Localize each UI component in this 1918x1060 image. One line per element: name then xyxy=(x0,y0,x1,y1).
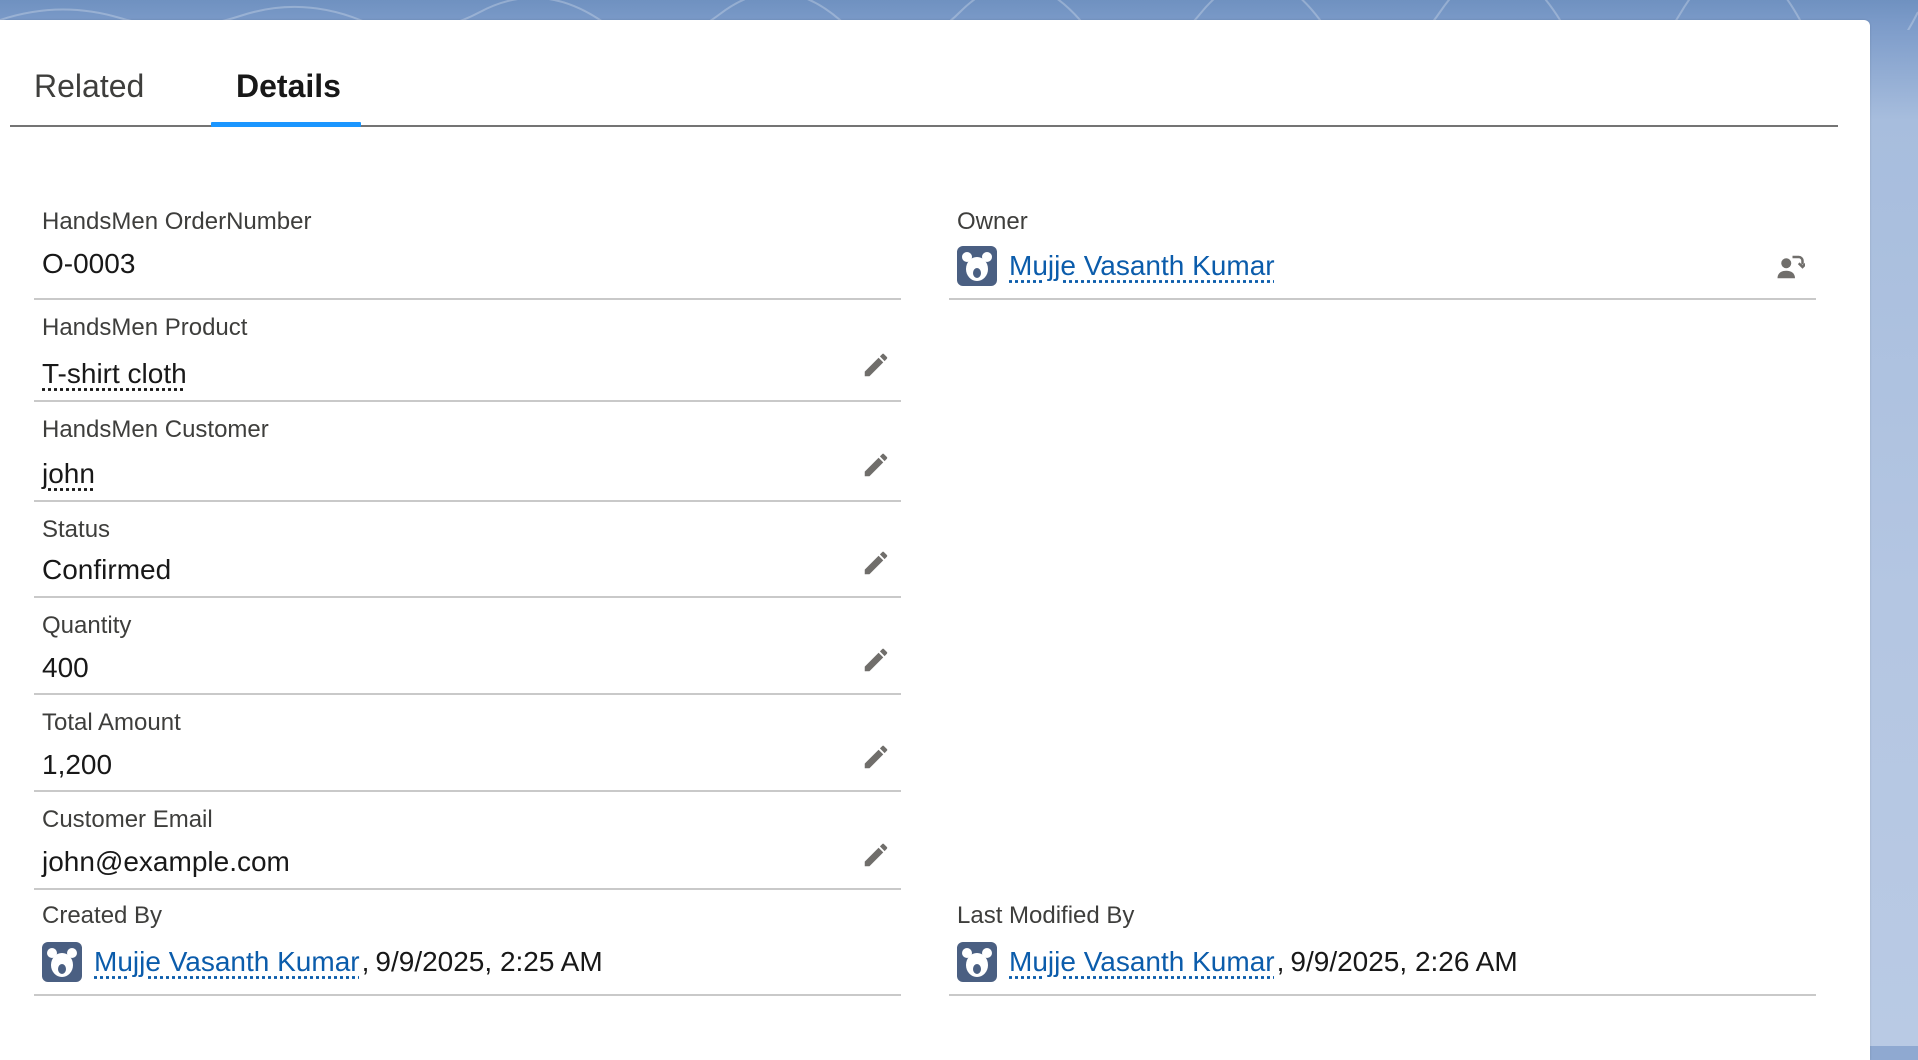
field-order-number: HandsMen OrderNumber O-0003 xyxy=(34,180,901,300)
field-label: Status xyxy=(42,516,110,544)
pencil-icon[interactable] xyxy=(861,450,891,480)
field-label: Owner xyxy=(957,208,1028,236)
bear-avatar-icon xyxy=(957,246,997,286)
pencil-icon[interactable] xyxy=(861,350,891,380)
field-customer-email: Customer Email john@example.com xyxy=(34,792,901,890)
product-link[interactable]: T-shirt cloth xyxy=(42,358,187,390)
last-modified-by-timestamp: 9/9/2025, 2:26 AM xyxy=(1290,946,1517,978)
total-amount-value: 1,200 xyxy=(42,749,112,781)
tab-details[interactable]: Details xyxy=(236,68,341,105)
change-owner-icon[interactable] xyxy=(1775,252,1805,282)
field-label: HandsMen Customer xyxy=(42,416,269,444)
field-label: Created By xyxy=(42,902,162,930)
field-created-by: Created By Mujje Vasanth Kumar , 9/9/202… xyxy=(34,890,901,996)
separator-comma: , xyxy=(1277,946,1285,978)
field-product: HandsMen Product T-shirt cloth xyxy=(34,300,901,402)
quantity-value: 400 xyxy=(42,652,89,684)
field-owner: Owner Mujje Vasanth Kumar xyxy=(949,180,1816,300)
active-tab-indicator xyxy=(211,122,361,127)
field-status: Status Confirmed xyxy=(34,502,901,598)
separator-comma: , xyxy=(362,946,370,978)
pencil-icon[interactable] xyxy=(861,742,891,772)
pencil-icon[interactable] xyxy=(861,548,891,578)
field-label: Quantity xyxy=(42,612,131,640)
order-number-value: O-0003 xyxy=(42,248,135,280)
owner-value: Mujje Vasanth Kumar xyxy=(957,246,1275,286)
customer-link[interactable]: john xyxy=(42,458,95,490)
created-by-timestamp: 9/9/2025, 2:25 AM xyxy=(375,946,602,978)
customer-email-link[interactable]: john@example.com xyxy=(42,846,290,878)
status-value: Confirmed xyxy=(42,554,171,586)
last-modified-by-value: Mujje Vasanth Kumar , 9/9/2025, 2:26 AM xyxy=(957,942,1518,982)
field-customer: HandsMen Customer john xyxy=(34,402,901,502)
owner-user-link[interactable]: Mujje Vasanth Kumar xyxy=(1009,250,1275,282)
created-by-user-link[interactable]: Mujje Vasanth Kumar xyxy=(94,946,360,978)
bear-avatar-icon xyxy=(42,942,82,982)
field-label: Total Amount xyxy=(42,709,181,737)
created-by-value: Mujje Vasanth Kumar , 9/9/2025, 2:25 AM xyxy=(42,942,603,982)
pencil-icon[interactable] xyxy=(861,645,891,675)
field-quantity: Quantity 400 xyxy=(34,598,901,695)
field-label: HandsMen OrderNumber xyxy=(42,208,311,236)
field-label: HandsMen Product xyxy=(42,314,247,342)
field-label: Last Modified By xyxy=(957,902,1134,930)
tab-bar: Related Details xyxy=(10,20,1838,127)
last-modified-by-user-link[interactable]: Mujje Vasanth Kumar xyxy=(1009,946,1275,978)
field-label: Customer Email xyxy=(42,806,213,834)
pencil-icon[interactable] xyxy=(861,840,891,870)
bear-avatar-icon xyxy=(957,942,997,982)
tab-related[interactable]: Related xyxy=(34,68,144,105)
field-last-modified-by: Last Modified By Mujje Vasanth Kumar , 9… xyxy=(949,890,1816,996)
record-detail-card: Related Details HandsMen OrderNumber O-0… xyxy=(0,20,1870,1060)
field-total-amount: Total Amount 1,200 xyxy=(34,695,901,792)
